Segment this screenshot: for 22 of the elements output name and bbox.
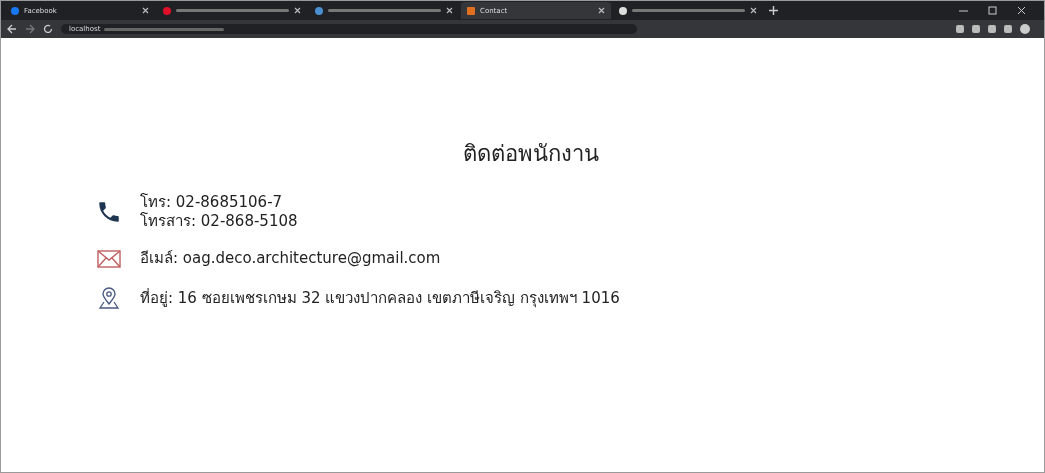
contact-text: โทร: 02-8685106-7	[140, 193, 284, 212]
new-tab-icon[interactable]	[769, 6, 778, 15]
envelope-icon	[96, 249, 122, 268]
close-icon[interactable]	[446, 7, 453, 14]
avatar-icon[interactable]	[1020, 24, 1030, 34]
contact-text: อีเมล์: oag.deco.architecture@gmail.com	[140, 249, 441, 268]
circle-icon	[11, 6, 19, 15]
close-icon[interactable]	[1017, 6, 1026, 15]
location-pin-icon	[96, 286, 122, 310]
forward-icon[interactable]	[25, 24, 35, 34]
reload-icon[interactable]	[43, 24, 53, 34]
page-icon	[467, 6, 475, 15]
close-icon[interactable]	[598, 7, 605, 14]
close-icon[interactable]	[142, 7, 149, 14]
phone-icon	[96, 199, 122, 225]
contact-text: ที่อยู่: 16 ซอยเพชรเกษม 32 แขวงปากคลอง เขตภาษีเจริญ กรุงเทพฯ 1016	[140, 288, 620, 308]
maximize-icon[interactable]	[988, 6, 997, 15]
close-icon[interactable]	[750, 7, 757, 14]
back-icon[interactable]	[7, 24, 17, 34]
page-title: ติดต่อพนักงาน	[462, 140, 599, 168]
contact-text: โทรสาร: 02-868-5108	[140, 212, 298, 231]
close-icon[interactable]	[294, 7, 301, 14]
